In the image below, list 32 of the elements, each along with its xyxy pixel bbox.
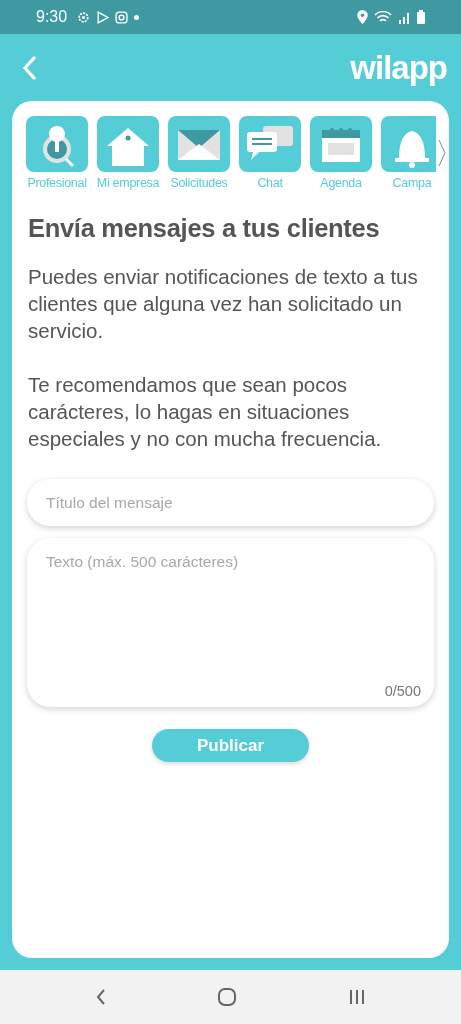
location-icon bbox=[357, 10, 368, 24]
play-icon bbox=[96, 10, 110, 24]
status-time: 9:30 bbox=[36, 8, 68, 26]
home-icon[interactable] bbox=[218, 988, 237, 1006]
back-icon[interactable] bbox=[96, 989, 107, 1005]
character-counter: 0/500 bbox=[384, 683, 421, 699]
mail-tile-icon[interactable] bbox=[168, 116, 230, 172]
camera-icon bbox=[115, 10, 129, 24]
chat-tile-icon[interactable] bbox=[239, 116, 301, 172]
logo: wilapp bbox=[350, 48, 447, 87]
battery-icon bbox=[417, 10, 425, 24]
title-field[interactable]: Título del mensaje bbox=[27, 479, 434, 526]
recent-apps-icon[interactable] bbox=[348, 989, 365, 1005]
bell-tile-icon[interactable] bbox=[381, 116, 436, 172]
profile-tile-icon[interactable] bbox=[26, 116, 88, 172]
wifi-icon bbox=[374, 10, 392, 24]
publish-button[interactable]: Publicar bbox=[152, 729, 309, 762]
page-title: Envía mensajes a tus clientes bbox=[28, 214, 381, 243]
description-paragraph: Puedes enviar notificaciones de texto a tus clientes que alguna vez han solicitado un servicio. bbox=[28, 264, 419, 344]
menu-item-label[interactable]: Agenda bbox=[320, 176, 362, 190]
signal-icon bbox=[398, 10, 411, 24]
description-paragraph: Te recomendamos que sean pocos carácteres, lo hagas en situaciones especiales y no con mucha frecuencia. bbox=[28, 372, 383, 452]
settings-icon bbox=[77, 10, 91, 24]
menu-item-label[interactable]: Solicitudes bbox=[170, 176, 228, 190]
menu-item-label[interactable]: Profesional bbox=[27, 176, 87, 190]
menu-item-label[interactable]: Mi empresa bbox=[96, 176, 160, 190]
calendar-tile-icon[interactable] bbox=[310, 116, 372, 172]
house-tile-icon[interactable] bbox=[97, 116, 159, 172]
menu-item-label[interactable]: Chat bbox=[257, 176, 283, 190]
menu-item-label[interactable]: Campa bbox=[392, 176, 432, 190]
dot-icon bbox=[134, 14, 140, 20]
chevron-right-icon[interactable] bbox=[437, 138, 447, 168]
